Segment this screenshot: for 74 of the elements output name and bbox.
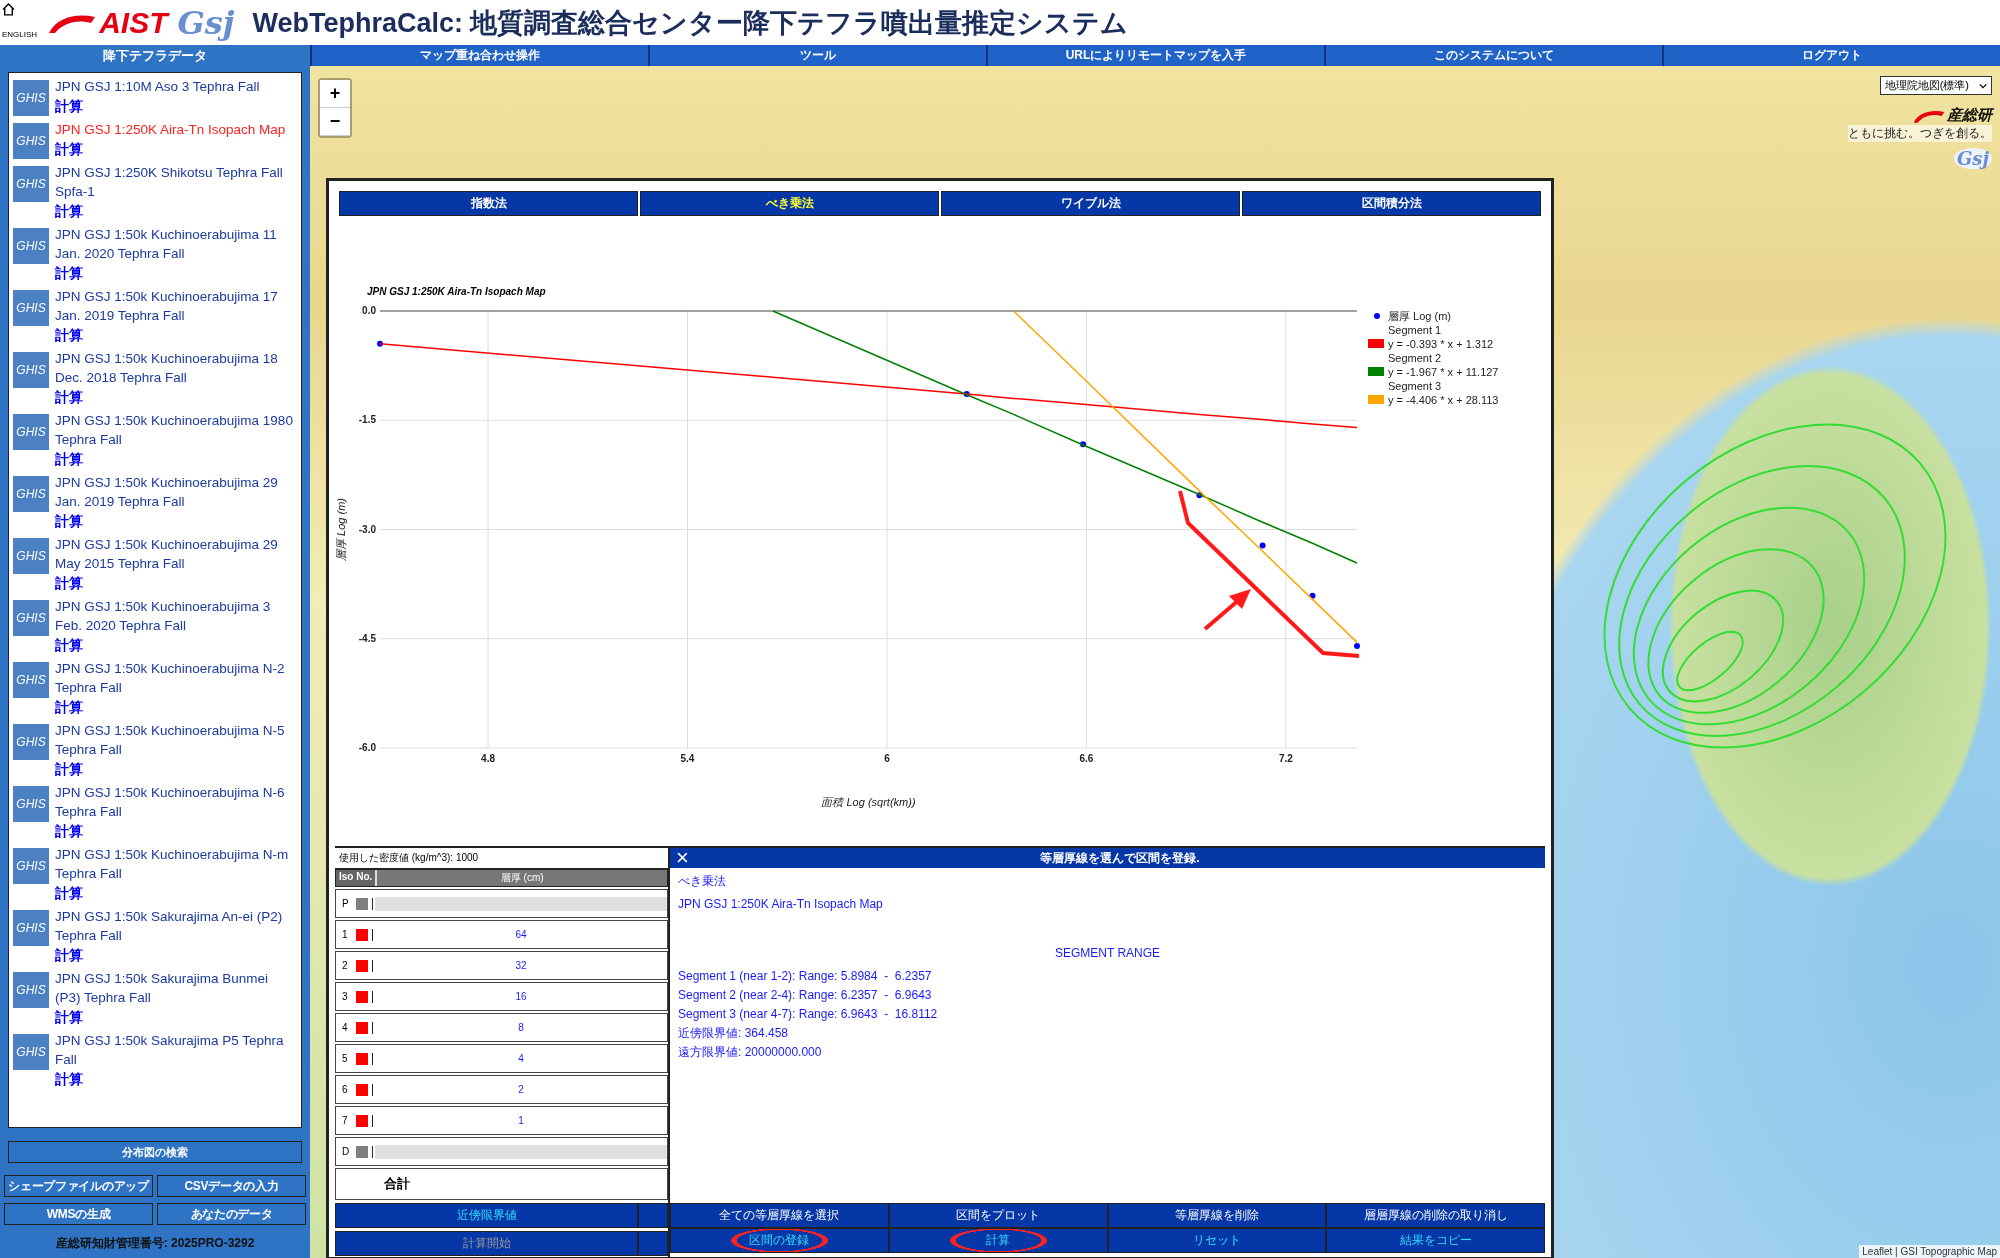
ghis-badge: GHIS <box>13 80 49 116</box>
result-line: Segment 3 (near 4-7): Range: 6.9643 - 16.8112 <box>678 1007 939 1022</box>
ghis-badge: GHIS <box>13 600 49 636</box>
x-tick-label: 6 <box>884 753 890 764</box>
total-label: 合計 <box>335 1168 668 1200</box>
x-tick-label: 5.4 <box>680 753 695 764</box>
iso-number: 2 <box>342 960 349 971</box>
x-tick-label: 4.8 <box>481 753 495 764</box>
panel-title: 等層厚線を選んで区間を登録. <box>1039 849 1201 867</box>
column-header: Iso No. <box>336 870 378 886</box>
ghis-badge: GHIS <box>13 972 49 1008</box>
y-tick-label: 0.0 <box>362 305 376 316</box>
ghis-badge: GHIS <box>13 228 49 264</box>
result-line: Segment 2 (near 2-4): Range: 6.2357 - 6.9643 <box>678 988 933 1003</box>
result-line: Segment 1 (near 1-2): Range: 5.8984 - 6.2357 <box>678 969 933 984</box>
gsj-logo: Gsj <box>1953 148 1992 169</box>
thickness-value: 64 <box>514 929 528 940</box>
thickness-value: 1 <box>517 1115 525 1126</box>
ghis-badge: GHIS <box>13 786 49 822</box>
y-tick-label: -3.0 <box>358 523 376 535</box>
result-line: 遠方限界値: 20000000.000 <box>678 1045 823 1060</box>
y-axis-label: 層厚 Log (m) <box>335 498 347 561</box>
ghis-badge: GHIS <box>13 848 49 884</box>
legend-label: y = -4.406 * x + 28.113 <box>1388 394 1499 406</box>
x-axis-label: 面積 Log (sqrt(km)) <box>821 796 916 808</box>
y-tick-label: -6.0 <box>358 742 376 753</box>
ghis-badge: GHIS <box>13 662 49 698</box>
iso-number: 3 <box>342 991 349 1002</box>
legend-heading: Segment 2 <box>1388 352 1442 364</box>
ghis-badge: GHIS <box>13 414 49 450</box>
iso-number: D <box>342 1146 351 1157</box>
range-heading: SEGMENT RANGE <box>1053 946 1162 961</box>
iso-number: P <box>342 898 350 909</box>
method-name: べき乗法 <box>678 874 727 889</box>
x-tick-label: 7.2 <box>1278 753 1293 764</box>
thickness-value: 16 <box>514 991 528 1002</box>
legend-label: 層厚 Log (m) <box>1388 310 1451 322</box>
ghis-badge: GHIS <box>13 166 49 202</box>
iso-number: 1 <box>342 929 349 940</box>
result-line: 近傍限界値: 364.458 <box>678 1026 790 1041</box>
ip-number: 産総研知財管理番号: 2025PRO-3292 <box>54 1235 256 1252</box>
legend-heading: Segment 1 <box>1388 324 1442 336</box>
gsj-logo: Gsj <box>177 3 235 42</box>
ghis-badge: GHIS <box>13 724 49 760</box>
aist-logo: 産総研 <box>1947 106 1992 125</box>
thickness-value: 2 <box>517 1084 525 1095</box>
ghis-badge: GHIS <box>13 1034 49 1070</box>
ghis-badge: GHIS <box>13 123 49 159</box>
legend-label: y = -1.967 * x + 11.127 <box>1388 366 1499 378</box>
thickness-value: 4 <box>517 1053 525 1064</box>
app-title: WebTephraCalc: 地質調査総合センター降下テフラ噴出量推定システム <box>252 6 1129 40</box>
iso-number: 6 <box>342 1084 349 1095</box>
iso-number: 7 <box>342 1115 349 1126</box>
column-header: 層厚 (cm) <box>499 871 545 885</box>
chart-title: JPN GSJ 1:250K Aira-Tn Isopach Map <box>367 286 546 297</box>
ghis-badge: GHIS <box>13 290 49 326</box>
ghis-badge: GHIS <box>13 538 49 574</box>
map-attribution: Leaflet | GSI Topographic Map <box>1859 1245 2000 1258</box>
ghis-badge: GHIS <box>13 476 49 512</box>
ghis-badge: GHIS <box>13 910 49 946</box>
y-tick-label: -1.5 <box>358 414 376 426</box>
legend-heading: Segment 3 <box>1388 380 1442 392</box>
thickness-value: 8 <box>517 1022 525 1033</box>
logo-tagline: ともに挑む。つぎを創る。 <box>1848 125 1992 142</box>
sidebar-title: 降下テフラデータ <box>102 47 208 65</box>
legend-label: y = -0.393 * x + 1.312 <box>1388 338 1494 350</box>
ghis-badge: GHIS <box>13 352 49 388</box>
iso-number: 4 <box>342 1022 349 1033</box>
map-name: JPN GSJ 1:250K Aira-Tn Isopach Map <box>678 897 884 912</box>
thickness-value: 32 <box>514 960 528 971</box>
x-tick-label: 6.6 <box>1079 753 1094 764</box>
iso-number: 5 <box>342 1053 349 1064</box>
y-tick-label: -4.5 <box>358 632 376 644</box>
aist-logo: AIST <box>99 5 168 40</box>
